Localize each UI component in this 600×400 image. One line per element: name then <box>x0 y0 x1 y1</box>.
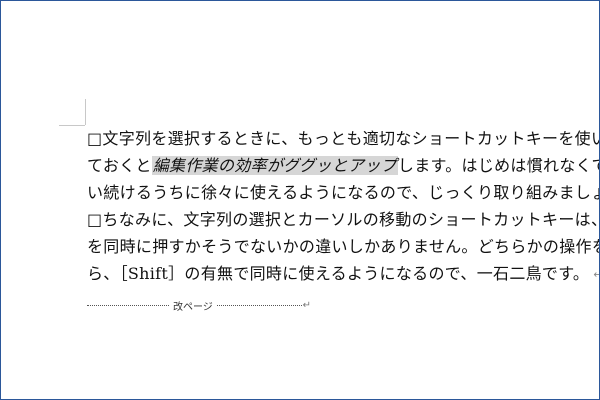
page-break-dots-right <box>216 304 302 306</box>
text-line-4[interactable]: □ちなみに、文字列の選択とカーソルの移動のショートカットキーは、は <box>87 206 599 233</box>
text-line-1[interactable]: □文字列を選択するときに、もっとも適切なショートカットキーを使い、 <box>87 125 599 152</box>
text-after-selection[interactable]: します。はじめは慣れなくても <box>398 156 599 175</box>
text-line-2[interactable]: ておくと編集作業の効率がググッとアップします。はじめは慣れなくても <box>87 152 599 179</box>
text-line-3[interactable]: い続けるうちに徐々に使えるようになるので、じっくり取り組みましょう <box>87 179 599 206</box>
text-line-6-content[interactable]: ら、［Shift］の有無で同時に使えるようになるので、一石二鳥です。 <box>87 264 589 283</box>
page-break-marker[interactable]: 改ページ ↵ <box>87 297 311 313</box>
text-line-6[interactable]: ら、［Shift］の有無で同時に使えるようになるので、一石二鳥です。 ↵ <box>87 260 599 287</box>
paragraph-mark-icon: ↵ <box>593 268 599 281</box>
margin-corner-horizontal <box>59 125 85 126</box>
page-break-label: 改ページ <box>173 301 213 313</box>
document-canvas[interactable]: □文字列を選択するときに、もっとも適切なショートカットキーを使い、 ておくと編集… <box>0 0 600 400</box>
text-line-5[interactable]: を同時に押すかそうでないかの違いしかありません。どちらかの操作を覚 <box>87 233 599 260</box>
document-body[interactable]: □文字列を選択するときに、もっとも適切なショートカットキーを使い、 ておくと編集… <box>87 125 599 287</box>
selected-text[interactable]: 編集作業の効率がググッとアップ <box>151 156 398 175</box>
text-before-selection[interactable]: ておくと <box>87 156 152 175</box>
margin-corner-vertical <box>85 99 86 125</box>
page-break-dots-left <box>87 304 169 306</box>
page-break-paragraph-mark-icon: ↵ <box>302 299 311 311</box>
